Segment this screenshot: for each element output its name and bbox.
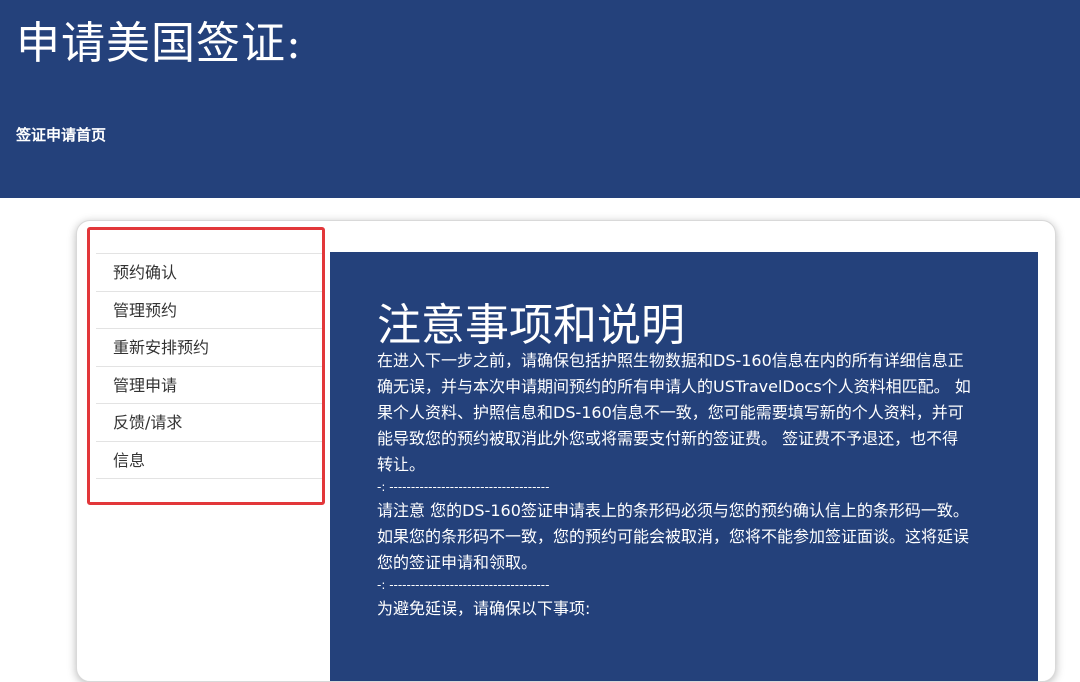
separator-line: -: ------------------------------------- <box>377 578 550 592</box>
notice-paragraph-data-accuracy: 在进入下一步之前，请确保包括护照生物数据和DS-160信息在内的所有详细信息正确… <box>377 351 971 474</box>
notice-body: 在进入下一步之前，请确保包括护照生物数据和DS-160信息在内的所有详细信息正确… <box>377 348 973 622</box>
sidebar-item-feedback-request[interactable]: 反馈/请求 <box>96 404 322 442</box>
main-card: 预约确认 管理预约 重新安排预约 管理申请 反馈/请求 信息 注意事项和说明 在… <box>76 220 1056 682</box>
sidebar-item-appointment-confirmation[interactable]: 预约确认 <box>96 254 322 292</box>
site-header: 申请美国签证: 签证申请首页 <box>0 0 1080 198</box>
notice-paragraph-avoid-delay: 为避免延误，请确保以下事项: <box>377 599 591 618</box>
notice-heading: 注意事项和说明 <box>377 300 685 351</box>
sidebar-item-manage-application[interactable]: 管理申请 <box>96 367 322 404</box>
breadcrumb-home[interactable]: 签证申请首页 <box>16 124 106 146</box>
sidebar-item-manage-appointment[interactable]: 管理预约 <box>96 292 322 329</box>
sidebar-item-reschedule-appointment[interactable]: 重新安排预约 <box>96 329 322 367</box>
sidebar-nav-highlighted: 预约确认 管理预约 重新安排预约 管理申请 反馈/请求 信息 <box>87 227 325 505</box>
notice-paragraph-barcode: 请注意 您的DS-160签证申请表上的条形码必须与您的预约确认信上的条形码一致。… <box>377 501 970 572</box>
sidebar-item-information[interactable]: 信息 <box>96 442 322 479</box>
separator-line: -: ------------------------------------- <box>377 480 550 494</box>
notice-panel: 注意事项和说明 在进入下一步之前，请确保包括护照生物数据和DS-160信息在内的… <box>330 252 1038 681</box>
sidebar-menu: 预约确认 管理预约 重新安排预约 管理申请 反馈/请求 信息 <box>96 253 322 479</box>
page-title: 申请美国签证: <box>16 18 302 69</box>
